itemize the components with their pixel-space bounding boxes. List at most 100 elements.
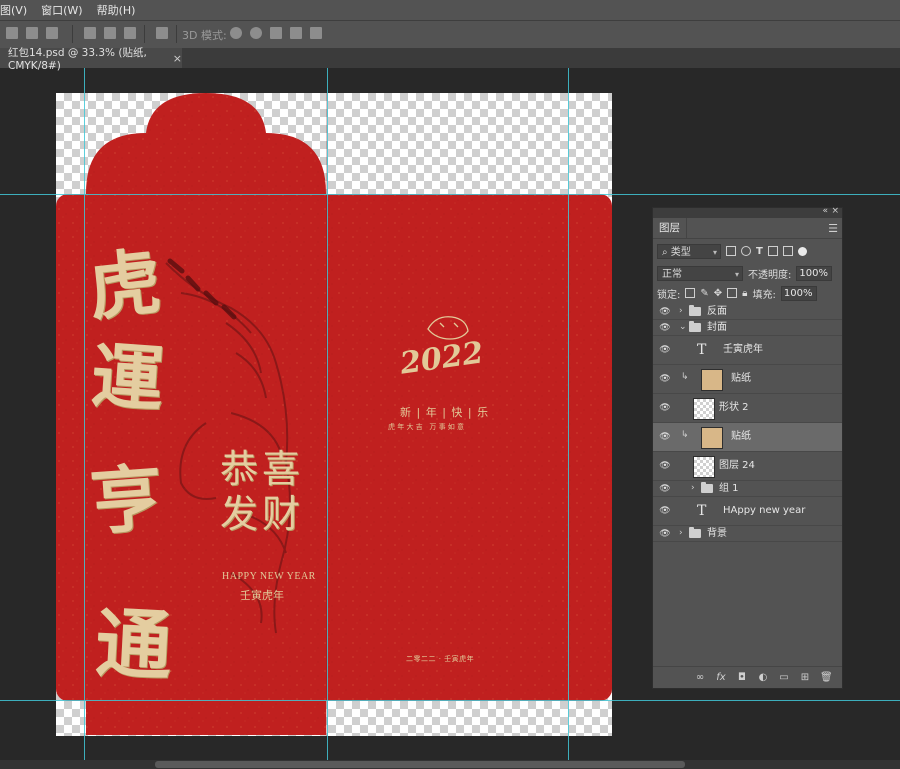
camera-3d-icon[interactable]: [310, 27, 322, 39]
fill-field[interactable]: 100%: [780, 285, 817, 301]
expand-arrow-icon[interactable]: ›: [679, 306, 683, 316]
lock-position-icon[interactable]: ✥: [714, 288, 722, 299]
layer-name: 图层 24: [719, 460, 755, 471]
layers-panel: « × 图层 ☰ ⌕ 类型 ▾ T 正常 ▾ 不透明度: 100% 锁定: ✎ …: [652, 206, 843, 689]
add-mask-icon[interactable]: ◘: [736, 672, 748, 683]
expand-arrow-icon[interactable]: ›: [691, 483, 695, 493]
filter-text-icon[interactable]: T: [756, 246, 763, 257]
visibility-eye-icon[interactable]: 👁︎: [659, 323, 671, 333]
panel-menu-icon[interactable]: ☰: [828, 222, 838, 235]
filter-shape-icon[interactable]: [767, 246, 778, 256]
delete-layer-icon[interactable]: 🗑︎: [820, 672, 833, 683]
document-tab-bar: 红包14.psd @ 33.3% (贴纸, CMYK/8#) ×: [0, 47, 900, 72]
layers-tab[interactable]: 图层: [653, 218, 687, 238]
3d-mode-label: 3D 模式:: [182, 29, 227, 42]
layer-row-cover-group[interactable]: 👁︎ ⌄ 封面: [653, 320, 842, 336]
blend-mode-value: 正常: [662, 268, 682, 280]
menu-help[interactable]: 帮助(H): [91, 2, 144, 18]
document-canvas[interactable]: 虎 運 亨 通 恭 喜 发 财 HAPPY NEW YEAR 壬寅虎年 2022…: [56, 93, 612, 736]
horizontal-scrollbar[interactable]: [0, 760, 900, 769]
greeting-subline: 虎 年 大 吉 万 事 如 意: [388, 423, 465, 431]
filter-toggle-icon[interactable]: [797, 246, 807, 256]
align-vcenter-icon[interactable]: [26, 27, 38, 39]
distribute-left-icon[interactable]: [84, 27, 96, 39]
opacity-field[interactable]: 100%: [796, 265, 833, 281]
lock-image-icon[interactable]: ✎: [700, 288, 708, 299]
lock-artboard-icon[interactable]: [727, 288, 738, 298]
distribute-hcenter-icon[interactable]: [104, 27, 116, 39]
visibility-eye-icon[interactable]: 👁︎: [659, 461, 671, 471]
layer-filter-row: ⌕ 类型 ▾ T: [657, 242, 838, 260]
calligraphy-char-4: 通: [93, 598, 174, 691]
guide-vertical-1[interactable]: [84, 68, 85, 769]
lock-row: 锁定: ✎ ✥ 🔒︎ 填充: 100%: [657, 284, 838, 302]
scrollbar-thumb[interactable]: [155, 761, 685, 768]
expand-arrow-icon[interactable]: ›: [679, 528, 683, 538]
roll-3d-icon[interactable]: [250, 27, 262, 39]
layer-thumbnail: [693, 398, 715, 420]
layer-row-back-group[interactable]: 👁︎ › 反面: [653, 304, 842, 320]
lock-transparent-icon[interactable]: [685, 288, 696, 298]
layer-name: 贴纸: [731, 373, 751, 384]
align-top-icon[interactable]: [6, 27, 18, 39]
lock-label: 锁定:: [657, 289, 681, 301]
greeting-char-4: 财: [262, 492, 301, 536]
menu-view[interactable]: 图(V): [0, 2, 35, 18]
align-bottom-icon[interactable]: [46, 27, 58, 39]
new-group-icon[interactable]: ▭: [778, 672, 790, 683]
calligraphy-char-2: 運: [88, 332, 167, 423]
filter-pixel-icon[interactable]: [726, 246, 736, 256]
calligraphy-char-3: 亨: [87, 454, 166, 545]
filter-kind-select[interactable]: ⌕ 类型 ▾: [657, 243, 721, 259]
new-layer-icon[interactable]: ⊞: [799, 672, 811, 683]
filter-smart-object-icon[interactable]: [782, 246, 793, 256]
layer-row-sticker-1[interactable]: 👁︎ ↳ 贴纸: [653, 365, 842, 394]
panel-header-strip: « ×: [653, 206, 842, 218]
layer-row-sticker-2[interactable]: 👁︎ ↳ 贴纸: [653, 423, 842, 452]
layers-panel-footer: ∞ fx ◘ ◐ ▭ ⊞ 🗑︎: [653, 666, 842, 688]
auto-align-icon[interactable]: [156, 27, 168, 39]
close-tab-icon[interactable]: ×: [173, 52, 182, 65]
collapse-panel-icon[interactable]: «: [822, 206, 828, 216]
visibility-eye-icon[interactable]: 👁︎: [659, 506, 671, 516]
menu-window[interactable]: 窗口(W): [35, 2, 90, 18]
layers-list: 👁︎ › 反面 👁︎ ⌄ 封面 👁︎ T 壬寅虎年 👁︎ ↳ 贴纸 👁︎ 形状 …: [653, 304, 842, 548]
layer-row-text-hny[interactable]: 👁︎ T HAppy new year: [653, 497, 842, 526]
rotate-3d-icon[interactable]: [230, 27, 242, 39]
visibility-eye-icon[interactable]: 👁︎: [659, 345, 671, 355]
distribute-right-icon[interactable]: [124, 27, 136, 39]
slide-3d-icon[interactable]: [290, 27, 302, 39]
layer-row-text-year[interactable]: 👁︎ T 壬寅虎年: [653, 336, 842, 365]
greeting-line: 新 | 年 | 快 | 乐: [400, 406, 490, 419]
layer-row-layer-24[interactable]: 👁︎ 图层 24: [653, 452, 842, 481]
layer-row-group-1[interactable]: 👁︎ › 组 1: [653, 481, 842, 497]
fx-icon[interactable]: fx: [715, 672, 727, 683]
visibility-eye-icon[interactable]: 👁︎: [659, 529, 671, 539]
visibility-eye-icon[interactable]: 👁︎: [659, 484, 671, 494]
visibility-eye-icon[interactable]: 👁︎: [659, 403, 671, 413]
visibility-eye-icon[interactable]: 👁︎: [659, 432, 671, 442]
guide-horizontal-2[interactable]: [0, 700, 900, 701]
drag-3d-icon[interactable]: [270, 27, 282, 39]
filter-adjustment-icon[interactable]: [741, 246, 751, 256]
visibility-eye-icon[interactable]: 👁︎: [659, 307, 671, 317]
collapse-arrow-icon[interactable]: ⌄: [679, 322, 687, 332]
lock-all-icon[interactable]: 🔒︎: [742, 288, 747, 299]
guide-vertical-2[interactable]: [327, 68, 328, 769]
document-tab[interactable]: 红包14.psd @ 33.3% (贴纸, CMYK/8#) ×: [0, 47, 182, 72]
visibility-eye-icon[interactable]: 👁︎: [659, 374, 671, 384]
layer-row-background-group[interactable]: 👁︎ › 背景: [653, 526, 842, 542]
blend-mode-select[interactable]: 正常 ▾: [657, 265, 743, 281]
layer-thumbnail: [701, 369, 723, 391]
guide-vertical-3[interactable]: [568, 68, 569, 769]
guide-horizontal-1[interactable]: [0, 194, 900, 195]
link-layers-icon[interactable]: ∞: [694, 672, 706, 683]
folder-icon: [689, 304, 701, 316]
clipping-mask-icon: ↳: [681, 430, 689, 440]
adjustment-layer-icon[interactable]: ◐: [757, 672, 769, 683]
layer-name: 反面: [707, 305, 727, 317]
layer-row-shape-2[interactable]: 👁︎ 形状 2: [653, 394, 842, 423]
distribute-buttons: [84, 27, 136, 41]
close-panel-icon[interactable]: ×: [831, 206, 839, 216]
year-name-text: 壬寅虎年: [240, 589, 284, 602]
